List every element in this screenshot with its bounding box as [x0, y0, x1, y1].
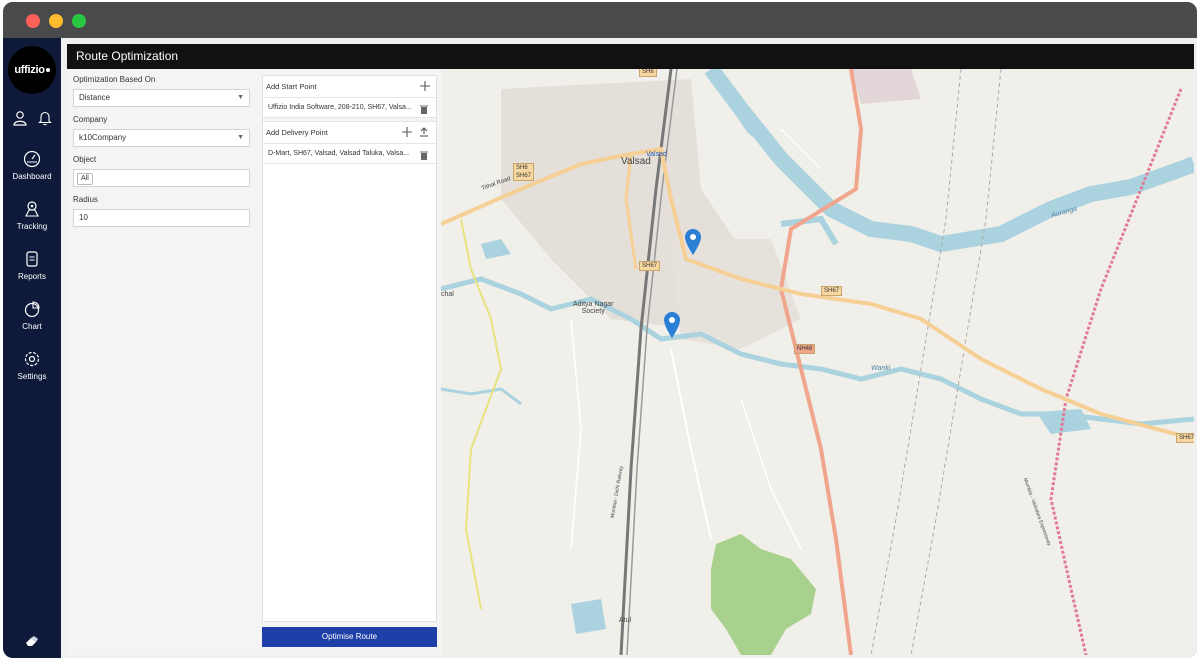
delivery-point-address: D-Mart, SH67, Valsad, Valsad Taluka, Val… [268, 150, 410, 157]
reports-icon [26, 251, 38, 267]
start-point-address: Uffizio India Software, 208-210, SH67, V… [268, 104, 412, 111]
map-label-wanki: Wanki [871, 365, 891, 372]
road-shield-sh6-top: SH6 [639, 69, 657, 77]
plus-icon [420, 81, 430, 91]
company-label: Company [73, 115, 108, 124]
main-content: Route Optimization Optimization Based On… [67, 44, 1194, 655]
bell-icon[interactable] [37, 110, 53, 131]
map-label-valsad-station: Valsad [646, 151, 667, 158]
app-window: uffizio Dashboard Tracking Reports Chart… [3, 2, 1197, 658]
company-select[interactable]: k10Company ▼ [73, 129, 250, 147]
close-window-button[interactable] [26, 14, 40, 28]
sidebar-item-label: Reports [17, 272, 46, 281]
radius-value: 10 [79, 213, 88, 222]
add-delivery-point-button[interactable] [402, 122, 412, 142]
road-shield-sh6: SH6 SH67 [513, 163, 535, 181]
chevron-down-icon: ▼ [237, 134, 244, 141]
object-label: Object [73, 155, 97, 164]
chart-icon [24, 301, 40, 318]
settings-icon [24, 351, 40, 367]
sidebar-item-dashboard[interactable]: Dashboard [3, 150, 61, 181]
sidebar-item-label: Settings [17, 372, 47, 381]
trash-icon [420, 105, 428, 114]
app-area: uffizio Dashboard Tracking Reports Chart… [3, 38, 1197, 658]
logo[interactable]: uffizio [8, 46, 56, 94]
window-titlebar [3, 2, 1197, 38]
sidebar-top-icons [3, 110, 61, 131]
delete-start-point-button[interactable] [420, 103, 428, 117]
trash-icon [420, 151, 428, 160]
optimization-label: Optimization Based On [73, 75, 156, 84]
sidebar-item-settings[interactable]: Settings [3, 350, 61, 381]
map-label-chal: chal [441, 291, 454, 298]
sidebar-item-label: Chart [22, 322, 42, 331]
logo-text: uffizio [14, 64, 45, 76]
map-label-atul: Atul [619, 617, 632, 624]
start-point-header: Add Start Point [263, 76, 436, 98]
maximize-window-button[interactable] [72, 14, 86, 28]
plus-icon [402, 127, 412, 137]
road-shield-sh67-a: SH67 [639, 261, 661, 271]
map-view[interactable]: Valsad Valsad Aditya Nagar Society Atul … [441, 69, 1194, 655]
start-point-label: Add Start Point [266, 82, 317, 91]
optimise-route-button[interactable]: Optimise Route [262, 627, 437, 647]
sidebar-item-label: Dashboard [12, 172, 52, 181]
company-value: k10Company [79, 133, 127, 142]
route-points-panel: Add Start Point Uffizio India Software, … [262, 75, 437, 622]
upload-icon [420, 127, 428, 137]
map-label-aditya-nagar: Aditya Nagar Society [573, 301, 614, 315]
delivery-point-label: Add Delivery Point [266, 128, 328, 137]
sidebar: uffizio Dashboard Tracking Reports Chart… [3, 38, 61, 658]
delivery-point-header: Add Delivery Point [263, 122, 436, 144]
upload-delivery-points-button[interactable] [419, 122, 429, 142]
object-input[interactable]: All [73, 169, 250, 187]
optimization-value: Distance [79, 93, 111, 102]
object-chip[interactable]: All [77, 173, 93, 185]
sidebar-item-label: Tracking [16, 222, 48, 231]
add-start-point-button[interactable] [420, 76, 430, 96]
page-title: Route Optimization [67, 44, 1194, 69]
road-shield-sh67-c: SH67 [1176, 433, 1194, 443]
eraser-icon[interactable] [25, 634, 39, 652]
user-icon[interactable] [12, 110, 28, 131]
minimize-window-button[interactable] [49, 14, 63, 28]
sidebar-item-tracking[interactable]: Tracking [3, 200, 61, 231]
delete-delivery-point-button[interactable] [420, 149, 428, 163]
road-shield-nh48: NH48 [794, 344, 816, 354]
tracking-icon [25, 201, 39, 217]
sidebar-item-chart[interactable]: Chart [3, 300, 61, 331]
delivery-point-row[interactable]: D-Mart, SH67, Valsad, Valsad Taluka, Val… [263, 144, 436, 164]
radius-input[interactable]: 10 [73, 209, 250, 227]
start-point-row[interactable]: Uffizio India Software, 208-210, SH67, V… [263, 98, 436, 118]
chevron-down-icon: ▼ [237, 94, 244, 101]
map-canvas [441, 69, 1194, 655]
sidebar-item-reports[interactable]: Reports [3, 250, 61, 281]
dashboard-icon [23, 150, 41, 168]
optimization-select[interactable]: Distance ▼ [73, 89, 250, 107]
road-shield-sh67-b: SH67 [821, 286, 843, 296]
radius-label: Radius [73, 195, 98, 204]
optimization-form: Optimization Based On Distance ▼ Company… [73, 75, 250, 235]
